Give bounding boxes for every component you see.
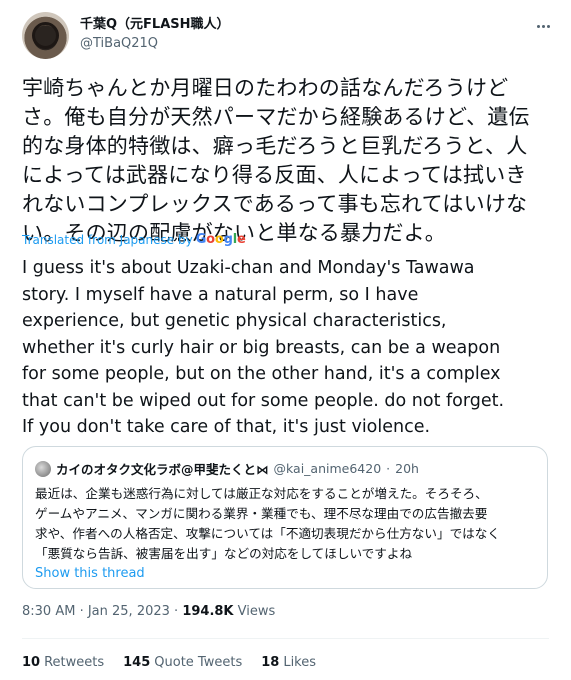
tweet: 千葉Q（元FLASH職人） @TiBaQ21Q 宇崎ちゃんとか月曜日のたわわの話… (0, 0, 571, 680)
retweets-count: 10 (22, 655, 41, 670)
quotes-label: Quote Tweets (154, 655, 243, 670)
divider (22, 638, 549, 639)
quoted-tweet[interactable]: カイのオタク文化ラボ@甲斐たくと⋈ @kai_anime6420 · 20h 最… (22, 446, 548, 589)
translated-label: Translated from Japanese by (22, 232, 193, 247)
likes-label: Likes (283, 655, 317, 670)
views-label: Views (233, 604, 276, 619)
more-options-button[interactable] (533, 16, 553, 36)
show-thread-link[interactable]: Show this thread (35, 566, 535, 581)
meta-separator-2: · (169, 604, 183, 619)
more-options-icon (536, 24, 550, 28)
quotes-stat[interactable]: 145 Quote Tweets (123, 655, 242, 670)
google-logo: Google (195, 232, 246, 247)
tweet-header: 千葉Q（元FLASH職人） @TiBaQ21Q (22, 12, 553, 62)
quoted-time: 20h (395, 461, 419, 476)
likes-count: 18 (261, 655, 280, 670)
tweet-translation: I guess it's about Uzaki-chan and Monday… (22, 258, 505, 437)
quotes-count: 145 (123, 655, 151, 670)
meta-separator: · (75, 604, 88, 619)
translation-attribution[interactable]: Translated from Japanese by Google (22, 232, 246, 247)
author-handle[interactable]: @TiBaQ21Q (80, 35, 230, 53)
tweet-time[interactable]: 8:30 AM (22, 604, 75, 619)
tweet-original-text: 宇崎ちゃんとか月曜日のたわわの話なんだろうけど さ。俺も自分が天然パーマだから経… (22, 76, 530, 245)
retweets-label: Retweets (44, 655, 105, 670)
tweet-meta: 8:30 AM · Jan 25, 2023 · 194.8K Views (22, 604, 275, 619)
avatar[interactable] (22, 12, 69, 59)
likes-stat[interactable]: 18 Likes (261, 655, 316, 670)
retweets-stat[interactable]: 10 Retweets (22, 655, 104, 670)
quoted-display-name: カイのオタク文化ラボ@甲斐たくと⋈ (56, 462, 269, 477)
quoted-tweet-header: カイのオタク文化ラボ@甲斐たくと⋈ @kai_anime6420 · 20h (35, 459, 535, 478)
quoted-text: 最近は、企業も迷惑行為に対しては厳正な対応をすることが増えた。そろそろ、 ゲーム… (35, 486, 500, 561)
tweet-date[interactable]: Jan 25, 2023 (88, 604, 170, 619)
tweet-stats: 10 Retweets 145 Quote Tweets 18 Likes (22, 655, 316, 670)
quoted-separator: · (386, 461, 391, 476)
quoted-handle: @kai_anime6420 (273, 461, 382, 476)
author-block[interactable]: 千葉Q（元FLASH職人） @TiBaQ21Q (80, 16, 230, 53)
author-display-name[interactable]: 千葉Q（元FLASH職人） (80, 16, 230, 33)
views-count: 194.8K (182, 604, 234, 619)
quoted-avatar (35, 460, 51, 477)
